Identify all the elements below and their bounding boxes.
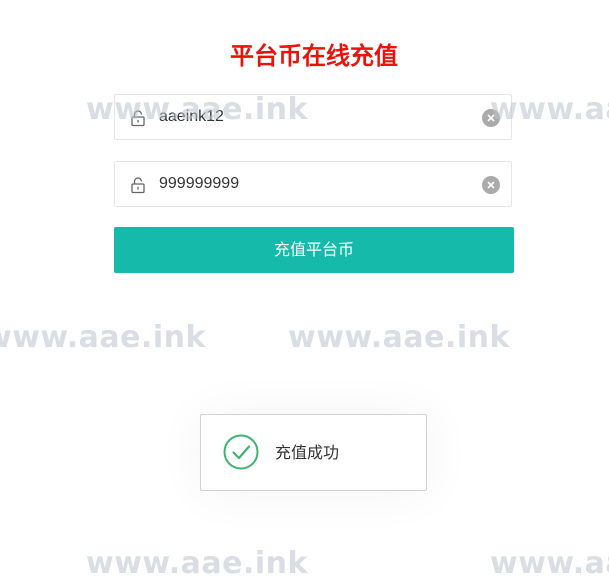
recharge-button[interactable]: 充值平台币: [114, 227, 514, 273]
amount-field[interactable]: 999999999: [114, 161, 512, 207]
watermark: www.aae.ink: [86, 546, 308, 581]
amount-value[interactable]: 999999999: [159, 162, 239, 206]
page-title: 平台币在线充值: [230, 42, 398, 70]
lock-icon: [131, 177, 145, 194]
clear-icon[interactable]: [482, 109, 500, 127]
clear-icon[interactable]: [482, 176, 500, 194]
watermark: www.aae.ink: [288, 320, 510, 355]
check-circle-icon: [223, 434, 259, 470]
watermark: www.aae.ink: [0, 320, 206, 355]
watermark: www.aae.ink: [490, 546, 609, 581]
username-value[interactable]: aaeink12: [159, 95, 224, 139]
recharge-page: 平台币在线充值 aaeink12 999999999 充值平台币 充值成功 ww…: [0, 0, 609, 582]
lock-icon: [131, 110, 145, 127]
toast-message: 充值成功: [275, 443, 340, 462]
username-field[interactable]: aaeink12: [114, 94, 512, 140]
success-toast: 充值成功: [200, 414, 427, 491]
